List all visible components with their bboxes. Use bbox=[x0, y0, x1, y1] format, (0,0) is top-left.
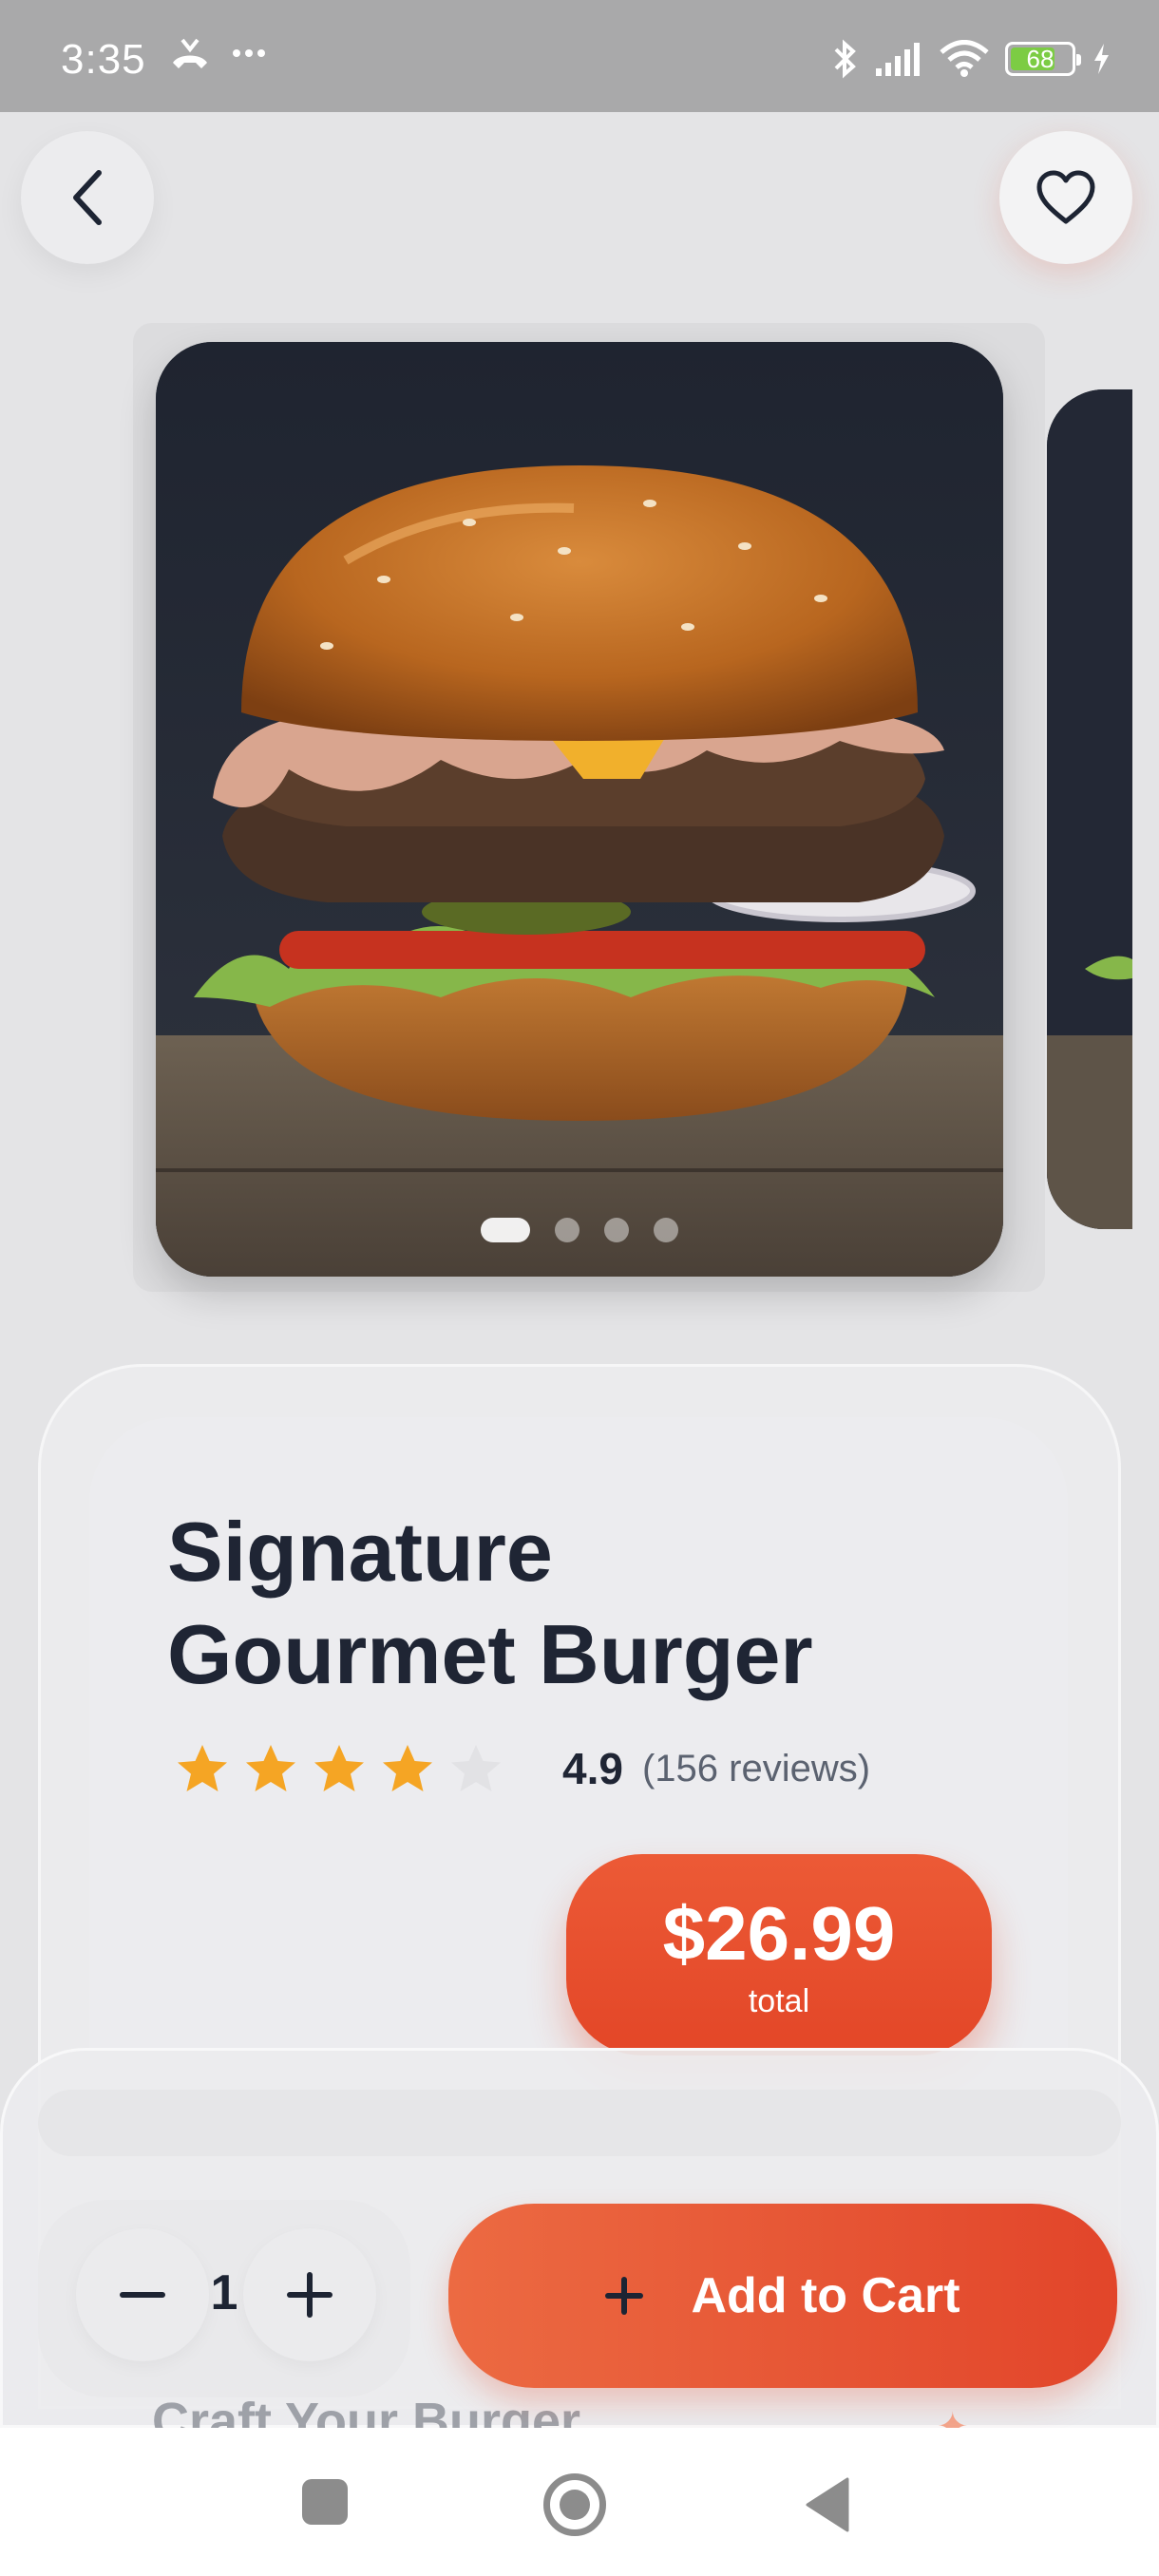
status-bar: 3:35 68 bbox=[0, 0, 1159, 112]
battery-icon: 68 bbox=[1005, 42, 1081, 76]
recents-button[interactable] bbox=[302, 2479, 348, 2525]
favorite-button[interactable] bbox=[999, 131, 1132, 264]
chevron-left-icon bbox=[73, 170, 102, 225]
carousel-pagination[interactable] bbox=[156, 1218, 1003, 1242]
bluetooth-icon bbox=[834, 39, 856, 79]
add-to-cart-button[interactable]: Add to Cart bbox=[448, 2204, 1117, 2388]
back-triangle-icon[interactable] bbox=[806, 2477, 849, 2532]
sheet-divider bbox=[38, 2090, 1121, 2156]
missed-call-icon bbox=[173, 38, 207, 68]
price-badge: $26.99 total bbox=[566, 1854, 992, 2055]
charging-icon bbox=[1094, 44, 1109, 74]
next-slide-preview[interactable] bbox=[1047, 389, 1132, 1229]
product-title: Signature Gourmet Burger bbox=[167, 1501, 984, 1706]
system-nav-bar bbox=[0, 2428, 1159, 2576]
price-label: total bbox=[748, 1983, 810, 2019]
star-filled-icon bbox=[383, 1745, 432, 1791]
price-value: $26.99 bbox=[662, 1891, 896, 1976]
star-empty-icon bbox=[451, 1745, 501, 1791]
plus-icon bbox=[605, 2277, 644, 2315]
add-to-cart-label: Add to Cart bbox=[691, 2268, 960, 2323]
star-filled-icon bbox=[178, 1745, 227, 1791]
rating-row: 4.9 (156 reviews) bbox=[175, 1742, 870, 1795]
more-dots-icon bbox=[233, 49, 265, 57]
wifi-icon bbox=[940, 40, 989, 77]
next-slide-image bbox=[1047, 389, 1132, 1229]
back-button[interactable] bbox=[21, 131, 154, 264]
battery-level: 68 bbox=[1026, 44, 1054, 73]
star-rating bbox=[175, 1742, 504, 1795]
status-time: 3:35 bbox=[61, 36, 146, 83]
product-title-line2: Gourmet Burger bbox=[167, 1607, 813, 1701]
increase-quantity-button[interactable] bbox=[243, 2228, 376, 2361]
review-count[interactable]: (156 reviews) bbox=[642, 1748, 870, 1790]
carousel-dot[interactable] bbox=[604, 1218, 629, 1242]
decrease-quantity-button[interactable] bbox=[76, 2228, 209, 2361]
star-filled-icon bbox=[246, 1745, 295, 1791]
carousel-dot[interactable] bbox=[555, 1218, 580, 1242]
carousel-dot[interactable] bbox=[654, 1218, 678, 1242]
signal-icon bbox=[876, 43, 920, 76]
home-button[interactable] bbox=[543, 2473, 606, 2536]
minus-icon bbox=[120, 2292, 165, 2298]
star-filled-icon bbox=[314, 1745, 364, 1791]
product-image-carousel[interactable] bbox=[156, 342, 1003, 1277]
burger-image bbox=[156, 342, 1003, 1277]
plus-icon bbox=[287, 2272, 332, 2318]
heart-outline-icon bbox=[1036, 170, 1095, 224]
rating-value: 4.9 bbox=[562, 1744, 623, 1793]
quantity-value: 1 bbox=[210, 2265, 238, 2320]
carousel-dot[interactable] bbox=[481, 1218, 530, 1242]
product-title-line1: Signature bbox=[167, 1505, 553, 1599]
